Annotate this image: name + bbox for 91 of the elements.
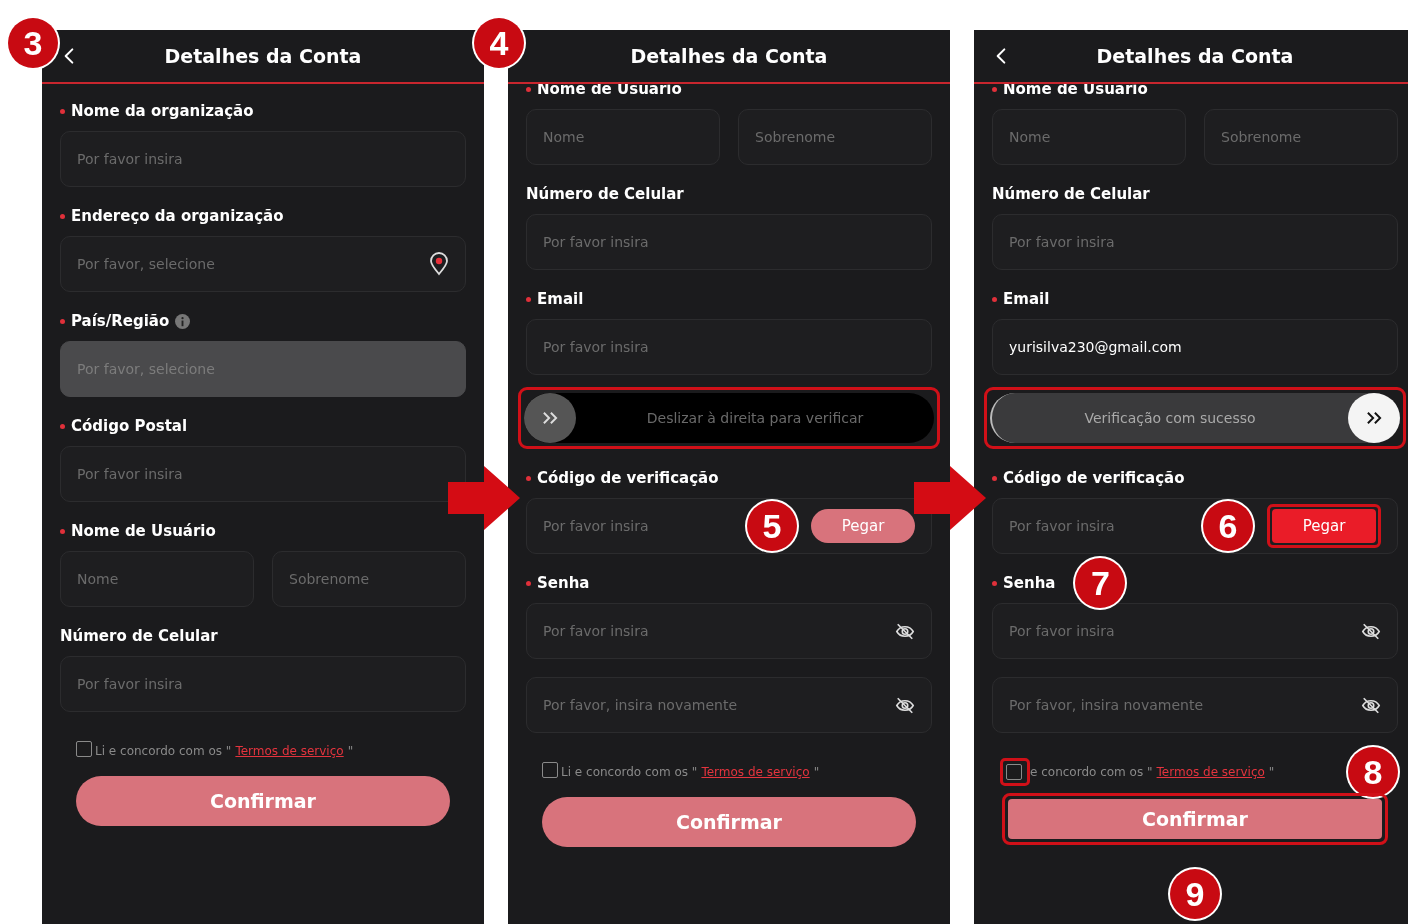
checkbox[interactable]: [1006, 764, 1022, 780]
slider-handle[interactable]: [524, 393, 576, 443]
slide-to-verify-slider[interactable]: Verificação com sucesso: [990, 393, 1400, 443]
eye-slash-icon[interactable]: [895, 622, 915, 640]
confirm-button[interactable]: Confirmar: [542, 797, 916, 847]
screen-title: Detalhes da Conta: [164, 45, 362, 67]
terms-text: Li e concordo com os ": [95, 744, 232, 758]
terms-text: e concordo com os ": [1030, 765, 1153, 779]
slider-handle[interactable]: [1348, 393, 1400, 443]
slide-to-verify-slider[interactable]: Deslizar à direita para verificar: [524, 393, 934, 443]
step-number-badge: 4: [474, 18, 524, 68]
step-number-badge: 5: [747, 501, 797, 551]
step-number-badge: 6: [1203, 501, 1253, 551]
slider-text: Verificação com sucesso: [1083, 410, 1257, 426]
back-chevron-icon[interactable]: [996, 47, 1006, 65]
password-field[interactable]: Por favor, insira novamente: [992, 677, 1398, 733]
field-label: País/Região: [71, 312, 170, 330]
double-chevron-icon: [1365, 411, 1383, 425]
quote-mark: ": [347, 744, 354, 758]
screen-title: Detalhes da Conta: [630, 45, 828, 67]
step-number-badge: 3: [8, 18, 58, 68]
eye-slash-icon[interactable]: [895, 696, 915, 714]
required-dot-icon: [992, 580, 997, 586]
field-label: Código de verificação: [537, 469, 719, 487]
input-field[interactable]: Por favor insira: [992, 214, 1398, 270]
required-dot-icon: [526, 86, 531, 92]
required-dot-icon: [526, 296, 531, 302]
input-field[interactable]: Nome: [992, 109, 1186, 165]
get-code-button[interactable]: Pegar: [811, 509, 915, 543]
required-dot-icon: [526, 475, 531, 481]
field-label: Número de Celular: [526, 185, 684, 203]
required-dot-icon: [60, 528, 65, 534]
input-field[interactable]: Sobrenome: [1204, 109, 1398, 165]
input-field[interactable]: Por favor insira 6 Pegar: [992, 498, 1398, 554]
field-label: Email: [1003, 290, 1050, 308]
terms-text: Li e concordo com os ": [561, 765, 698, 779]
field-label: Senha: [537, 574, 590, 592]
required-dot-icon: [992, 86, 997, 92]
field-label: Nome de Usuário: [71, 522, 216, 540]
required-dot-icon: [60, 318, 65, 324]
terms-link[interactable]: Termos de serviço: [701, 765, 810, 779]
step-number-badge: 7: [1075, 558, 1126, 608]
required-dot-icon: [992, 475, 997, 481]
back-chevron-icon[interactable]: [64, 47, 74, 65]
required-dot-icon: [60, 423, 65, 429]
eye-slash-icon[interactable]: [1361, 696, 1381, 714]
input-field[interactable]: Sobrenome: [738, 109, 932, 165]
quote-mark: ": [1268, 765, 1275, 779]
input-field[interactable]: Sobrenome: [272, 551, 466, 607]
input-field[interactable]: yurisilva230@gmail.com: [992, 319, 1398, 375]
input-field[interactable]: Por favor insira 5 Pegar: [526, 498, 932, 554]
input-field[interactable]: Nome: [526, 109, 720, 165]
location-pin-icon[interactable]: [429, 252, 449, 276]
field-label: Código de verificação: [1003, 469, 1185, 487]
terms-link[interactable]: Termos de serviço: [1156, 765, 1265, 779]
get-code-button[interactable]: Pegar: [1272, 509, 1376, 543]
password-field[interactable]: Por favor insira: [526, 603, 932, 659]
input-field[interactable]: Por favor insira: [526, 319, 932, 375]
input-field[interactable]: Por favor insira: [526, 214, 932, 270]
input-field[interactable]: Por favor insira: [60, 446, 466, 502]
quote-mark: ": [813, 765, 820, 779]
required-dot-icon: [992, 296, 997, 302]
right-arrow-icon: [448, 466, 520, 530]
required-dot-icon: [60, 213, 65, 219]
input-field[interactable]: Por favor insira: [60, 131, 466, 187]
field-label: Número de Celular: [60, 627, 218, 645]
checkbox[interactable]: [542, 762, 558, 778]
double-chevron-icon: [541, 411, 559, 425]
input-field[interactable]: Por favor insira: [60, 656, 466, 712]
field-label: Nome da organização: [71, 102, 254, 120]
eye-slash-icon[interactable]: [1361, 622, 1381, 640]
field-label: Código Postal: [71, 417, 188, 435]
field-label: Senha: [1003, 574, 1056, 592]
step-number-badge: 9: [1170, 869, 1220, 919]
field-label: Endereço da organização: [71, 207, 284, 225]
field-label: Número de Celular: [992, 185, 1150, 203]
password-field[interactable]: Por favor insira: [992, 603, 1398, 659]
select-field[interactable]: Por favor, selecione: [60, 236, 466, 292]
input-field[interactable]: Nome: [60, 551, 254, 607]
field-label: Email: [537, 290, 584, 308]
confirm-button[interactable]: Confirmar: [76, 776, 450, 826]
slider-text: Deslizar à direita para verificar: [645, 410, 865, 426]
terms-link[interactable]: Termos de serviço: [235, 744, 344, 758]
screen-title: Detalhes da Conta: [1096, 45, 1294, 67]
required-dot-icon: [526, 580, 531, 586]
required-dot-icon: [60, 108, 65, 114]
password-field[interactable]: Por favor, insira novamente: [526, 677, 932, 733]
step-number-badge: 8: [1348, 747, 1398, 797]
checkbox[interactable]: [76, 741, 92, 757]
confirm-button[interactable]: Confirmar: [1008, 799, 1382, 839]
right-arrow-icon: [914, 466, 986, 530]
